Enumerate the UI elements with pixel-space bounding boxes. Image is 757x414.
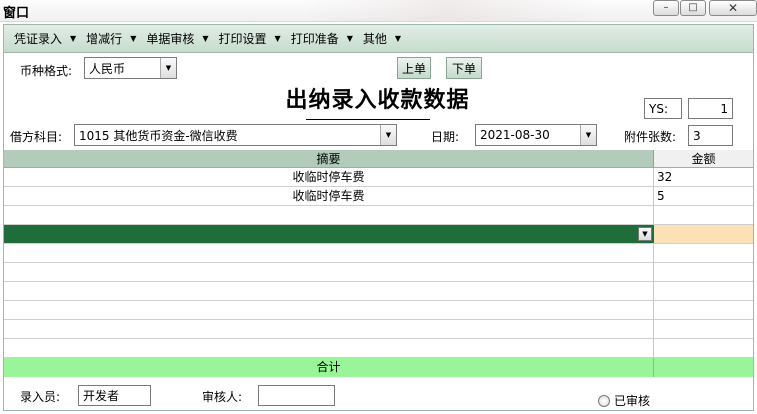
table-row[interactable] (4, 206, 753, 225)
amount-cell[interactable] (654, 263, 753, 281)
window-title: 窗口 (3, 6, 30, 21)
caret-down-icon: ▼ (346, 34, 353, 43)
total-amount-cell (654, 358, 753, 377)
table-row[interactable] (4, 339, 753, 358)
dropdown-arrow-icon[interactable]: ▼ (160, 58, 176, 78)
summary-cell[interactable]: 收临时停车费 (4, 168, 654, 186)
menu-document-review[interactable]: 单据审核 ▼ (146, 30, 208, 47)
amount-cell[interactable]: 32 (654, 168, 753, 186)
column-header-amount[interactable]: 金额 (654, 150, 753, 167)
debit-account-label: 借方科目: (10, 130, 63, 144)
summary-cell[interactable] (4, 263, 654, 281)
date-picker[interactable]: 2021-08-30 ▼ (475, 124, 597, 146)
menu-label: 打印准备 (290, 32, 339, 46)
voucher-grid: 摘要 金额 收临时停车费 32 收临时停车费 5 ▼ 合计 (4, 150, 753, 377)
menu-label: 凭证录入 (14, 32, 63, 46)
minimize-button[interactable]: – (653, 0, 679, 16)
dropdown-arrow-icon[interactable]: ▼ (580, 125, 596, 145)
amount-cell[interactable]: 5 (654, 187, 753, 205)
amount-cell-active[interactable] (654, 225, 753, 243)
radio-circle-icon[interactable] (598, 394, 610, 407)
summary-cell[interactable] (4, 320, 654, 338)
prev-document-button[interactable]: 上单 (397, 57, 431, 79)
close-button[interactable]: ✕ (709, 0, 757, 16)
amount-cell[interactable] (654, 282, 753, 300)
dropdown-arrow-icon[interactable]: ▼ (380, 125, 396, 145)
menu-other[interactable]: 其他 ▼ (363, 30, 401, 47)
maximize-button[interactable]: □ (680, 0, 706, 16)
summary-cell[interactable] (4, 244, 654, 262)
caret-down-icon: ▼ (202, 34, 209, 43)
reviewer-field[interactable] (258, 385, 335, 406)
attachment-count-label: 附件张数: (624, 130, 677, 144)
grid-header: 摘要 金额 (4, 150, 753, 168)
menu-print-prepare[interactable]: 打印准备 ▼ (291, 30, 353, 47)
amount-cell[interactable] (654, 206, 753, 224)
total-row: 合计 (4, 358, 753, 377)
menu-label: 增减行 (86, 32, 123, 46)
menu-print-settings[interactable]: 打印设置 ▼ (219, 30, 281, 47)
page-title: 出纳录入收款数据 (285, 88, 470, 113)
date-value: 2021-08-30 (480, 128, 550, 142)
table-row[interactable] (4, 301, 753, 320)
summary-cell[interactable] (4, 301, 654, 319)
debit-account-value: 1015 其他货币资金-微信收费 (79, 128, 238, 143)
entry-clerk-field[interactable]: 开发者 (78, 385, 151, 406)
table-row[interactable]: 收临时停车费 5 (4, 187, 753, 206)
attachment-count-field[interactable]: 3 (688, 125, 733, 146)
total-label: 合计 (4, 358, 654, 377)
maximize-icon: □ (688, 2, 698, 13)
currency-select[interactable]: 人民币 ▼ (84, 57, 177, 79)
currency-label: 币种格式: (20, 64, 73, 78)
date-label: 日期: (431, 130, 460, 144)
menu-bar: 凭证录入 ▼ 增减行 ▼ 单据审核 ▼ 打印设置 ▼ 打印准备 ▼ 其他 ▼ (4, 25, 753, 53)
amount-cell[interactable] (654, 244, 753, 262)
summary-cell-active[interactable]: ▼ (4, 225, 654, 243)
table-row[interactable] (4, 263, 753, 282)
table-row-active[interactable]: ▼ (4, 225, 753, 244)
title-underline (306, 119, 430, 120)
summary-cell[interactable]: 收临时停车费 (4, 187, 654, 205)
caret-down-icon: ▼ (394, 34, 402, 43)
ys-label: YS: (644, 98, 682, 119)
summary-cell[interactable] (4, 282, 654, 300)
menu-add-remove-row[interactable]: 增减行 ▼ (86, 30, 136, 47)
menu-label: 其他 (362, 32, 387, 46)
main-panel: 凭证录入 ▼ 增减行 ▼ 单据审核 ▼ 打印设置 ▼ 打印准备 ▼ 其他 ▼ 币种格式: 人… (3, 24, 754, 411)
amount-cell[interactable] (654, 339, 753, 357)
next-document-button[interactable]: 下单 (446, 57, 482, 79)
table-row[interactable]: 收临时停车费 32 (4, 168, 753, 187)
table-row[interactable] (4, 282, 753, 301)
menu-label: 打印设置 (218, 32, 267, 46)
column-header-summary[interactable]: 摘要 (4, 150, 654, 167)
titlebar-ghost (300, 0, 600, 22)
debit-account-select[interactable]: 1015 其他货币资金-微信收费 ▼ (74, 124, 397, 146)
caret-down-icon: ▼ (274, 34, 281, 43)
minimize-icon: – (663, 2, 669, 13)
menu-voucher-entry[interactable]: 凭证录入 ▼ (14, 30, 76, 47)
close-icon: ✕ (727, 1, 739, 15)
window-titlebar: 窗口 – □ ✕ (0, 0, 757, 22)
amount-cell[interactable] (654, 320, 753, 338)
caret-down-icon: ▼ (130, 34, 137, 43)
ys-value-field[interactable]: 1 (688, 98, 733, 119)
currency-value: 人民币 (89, 61, 126, 76)
caret-down-icon: ▼ (70, 34, 77, 43)
summary-cell[interactable] (4, 206, 654, 224)
table-row[interactable] (4, 244, 753, 263)
dropdown-arrow-icon[interactable]: ▼ (638, 227, 652, 241)
table-row[interactable] (4, 320, 753, 339)
entry-clerk-label: 录入员: (20, 390, 61, 404)
reviewer-label: 审核人: (202, 390, 243, 404)
reviewed-radio[interactable]: 已审核 (598, 392, 650, 409)
reviewed-label: 已审核 (614, 394, 651, 408)
summary-cell[interactable] (4, 339, 654, 357)
amount-cell[interactable] (654, 301, 753, 319)
menu-label: 单据审核 (146, 32, 195, 46)
